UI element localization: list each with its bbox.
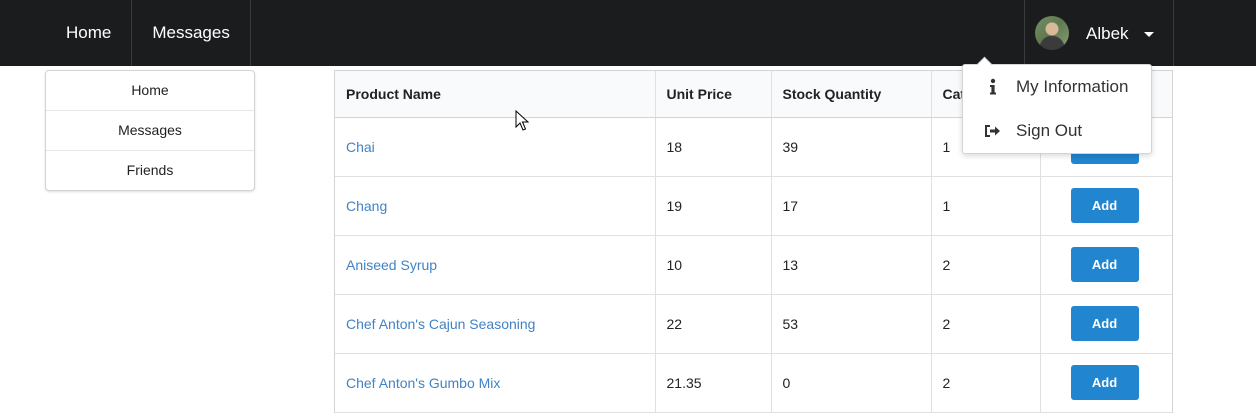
add-button[interactable]: Add [1070,188,1139,223]
table-row: Chef Anton's Cajun Seasoning 22 53 2 Add [335,294,1172,353]
dropdown-item-sign-out[interactable]: Sign Out [963,109,1151,153]
table-row: Aniseed Syrup 10 13 2 Add [335,235,1172,294]
cell-actions: Add [1040,294,1172,353]
cell-product-name: Chef Anton's Cajun Seasoning [335,294,656,353]
cell-actions: Add [1040,353,1172,412]
top-nav-home-label: Home [66,23,112,42]
sidebar-item-label: Home [131,82,169,98]
add-button[interactable]: Add [1070,247,1139,282]
add-button[interactable]: Add [1070,306,1139,341]
table-row: Chang 19 17 1 Add [335,176,1172,235]
dropdown-item-label: My Information [1016,77,1129,96]
header-unit-price[interactable]: Unit Price [655,71,772,118]
cell-product-name: Chang [335,176,656,235]
top-nav-messages[interactable]: Messages [132,0,251,66]
username: Albek [1086,24,1129,43]
sidebar-menu: Home Messages Friends [45,70,255,191]
product-link[interactable]: Chef Anton's Gumbo Mix [346,375,500,391]
info-icon [990,78,996,95]
cell-stock-quantity: 13 [771,235,932,294]
cell-actions: Add [1040,235,1172,294]
table-row: Chef Anton's Gumbo Mix 21.35 0 2 Add [335,353,1172,412]
header-product-name[interactable]: Product Name [335,71,656,118]
cell-unit-price: 10 [655,235,772,294]
cell-stock-quantity: 53 [771,294,932,353]
top-nav-messages-label: Messages [152,23,230,42]
sidebar-item-friends[interactable]: Friends [46,151,254,190]
cell-stock-quantity: 0 [771,353,932,412]
user-menu-trigger[interactable]: Albek [1024,0,1174,66]
top-nav-menu: Home Messages [46,0,251,66]
avatar [1035,16,1069,50]
sidebar-item-messages[interactable]: Messages [46,111,254,151]
sign-out-icon [985,125,1000,137]
cell-product-name: Chai [335,117,656,176]
sidebar-item-home[interactable]: Home [46,71,254,111]
caret-down-icon [1144,32,1154,37]
cell-unit-price: 18 [655,117,772,176]
sidebar-item-label: Messages [118,122,182,138]
cell-unit-price: 19 [655,176,772,235]
cell-product-name: Aniseed Syrup [335,235,656,294]
user-dropdown-menu: My Information Sign Out [962,64,1152,154]
add-button[interactable]: Add [1070,365,1139,400]
cell-category: 2 [931,353,1041,412]
mouse-pointer-icon [515,110,529,131]
dropdown-item-label: Sign Out [1016,121,1083,140]
cell-unit-price: 22 [655,294,772,353]
cell-actions: Add [1040,176,1172,235]
header-stock-quantity[interactable]: Stock Quantity [771,71,932,118]
cell-category: 2 [931,235,1041,294]
cell-stock-quantity: 17 [771,176,932,235]
top-navbar: Home Messages Albek [0,0,1256,66]
cell-category: 2 [931,294,1041,353]
cell-stock-quantity: 39 [771,117,932,176]
sidebar-item-label: Friends [126,162,174,178]
product-link[interactable]: Chai [346,139,375,155]
product-link[interactable]: Chef Anton's Cajun Seasoning [346,316,535,332]
cell-product-name: Chef Anton's Gumbo Mix [335,353,656,412]
top-nav-home[interactable]: Home [46,0,133,66]
cell-unit-price: 21.35 [655,353,772,412]
cell-category: 1 [931,176,1041,235]
dropdown-item-my-information[interactable]: My Information [963,65,1151,109]
product-link[interactable]: Chang [346,198,387,214]
product-link[interactable]: Aniseed Syrup [346,257,437,273]
